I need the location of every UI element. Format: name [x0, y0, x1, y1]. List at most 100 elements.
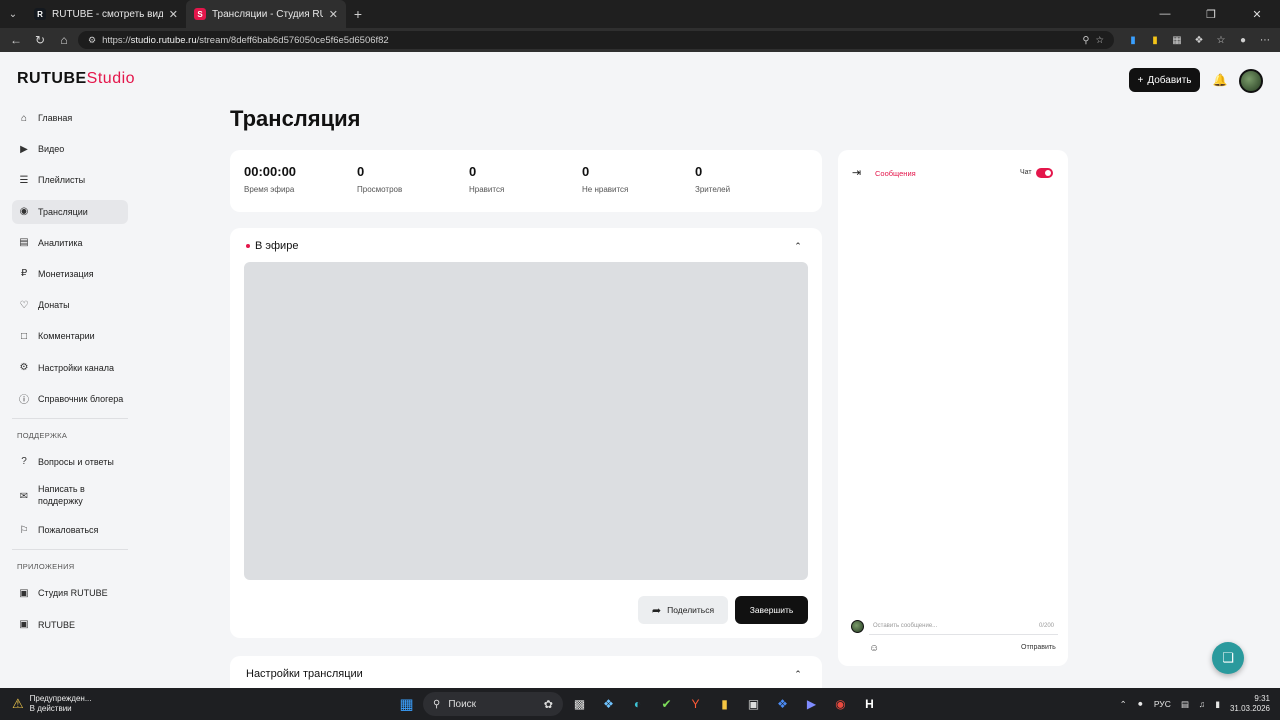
sidebar-item-rutube-app[interactable]: ▣ RUTUBE [12, 613, 128, 637]
clock-time: 9:31 [1254, 693, 1270, 703]
media-app-icon[interactable]: ▶ [799, 692, 824, 717]
sidebar-item-analytics[interactable]: ▤ Аналитика [12, 231, 128, 255]
copilot-icon[interactable]: ❖ [596, 692, 621, 717]
file-explorer-icon[interactable]: ▮ [712, 692, 737, 717]
sidebar-item-home[interactable]: ⌂ Главная [12, 106, 128, 130]
share-icon: ➦ [651, 604, 662, 617]
sidebar-item-contact-support[interactable]: ✉ Написать в поддержку [12, 481, 128, 511]
browser-menu-icon[interactable]: ⋯ [1256, 31, 1274, 49]
stream-settings-card[interactable]: Настройки трансляции ⌃ [230, 656, 822, 688]
chat-bubble-icon: ❏ [1222, 650, 1234, 665]
home-browser-icon[interactable]: ⌂ [54, 30, 74, 50]
tab-title: Трансляции - Студия RUTUBE [212, 8, 323, 20]
edge-icon[interactable]: ◐ [625, 692, 650, 717]
browser-tab-rutube[interactable]: R RUTUBE - смотреть видео онлайн ✕ [26, 0, 186, 28]
browser-tab-studio[interactable]: S Трансляции - Студия RUTUBE ✕ [186, 0, 346, 28]
end-stream-button[interactable]: Завершить [735, 596, 808, 624]
site-info-icon[interactable]: ⚙ [88, 35, 96, 46]
volume-icon[interactable]: ♫ [1199, 699, 1205, 709]
chrome-icon[interactable]: ◉ [828, 692, 853, 717]
hotkey-app-icon[interactable]: H [857, 692, 882, 717]
sidebar-item-label: RUTUBE [38, 619, 76, 630]
broadcast-icon: ◉ [19, 206, 29, 218]
share-button[interactable]: ➦ Поделиться [638, 596, 728, 624]
mail-icon: ✉ [19, 490, 29, 502]
taskbar-apps: ▦ ⚲ Поиск ✿ ▩ ❖ ◐ ✔ Y ▮ ▣ ❖ ▶ ◉ H [394, 688, 882, 720]
url-field[interactable]: ⚙ https://studio.rutube.ru/stream/8deff6… [78, 31, 1114, 49]
favorite-star-icon[interactable]: ☆ [1095, 35, 1104, 46]
sidebar-item-label: Главная [38, 113, 73, 123]
rutube-studio-logo[interactable]: RUTUBEStudio [17, 70, 135, 88]
sidebar-item-label: Вопросы и ответы [38, 456, 114, 467]
sidebar-item-label: Студия RUTUBE [38, 588, 108, 599]
minimize-icon[interactable]: — [1142, 0, 1188, 28]
chevron-up-icon[interactable]: ⌃ [792, 240, 804, 252]
stat-label: Не нравится [582, 185, 629, 194]
sidebar-item-faq[interactable]: ? Вопросы и ответы [12, 450, 128, 474]
gear-icon: ⚙ [19, 362, 29, 373]
sidebar-item-broadcasts[interactable]: ◉ Трансляции [12, 199, 128, 224]
tab-list-icon[interactable]: ⌄ [0, 0, 26, 28]
weather-warning-widget[interactable]: ⚠ Предупрежден... В действии [0, 694, 180, 713]
app-icon[interactable]: ✔ [654, 692, 679, 717]
store-icon[interactable]: ▣ [741, 692, 766, 717]
stream-settings-title: Настройки трансляции [246, 668, 363, 680]
new-tab-icon[interactable]: + [346, 0, 370, 28]
zoom-icon[interactable]: ⚲ [1083, 35, 1090, 46]
collapse-chat-icon[interactable]: ⇥ [852, 166, 861, 179]
home-icon: ⌂ [20, 112, 28, 124]
video-player[interactable] [244, 262, 808, 580]
extension-icon[interactable]: ▦ [1168, 31, 1186, 49]
help-chat-button[interactable]: ❏ [1212, 642, 1244, 674]
sidebar-item-channel-settings[interactable]: ⚙ Настройки канала [12, 356, 128, 380]
stat-dislikes: 0 Не нравится [582, 164, 628, 194]
profile-icon[interactable]: ● [1234, 31, 1252, 49]
sidebar-item-report[interactable]: ⚐ Пожаловаться [12, 518, 128, 542]
send-button[interactable]: Отправить [1021, 644, 1056, 651]
stat-label: Время эфира [244, 185, 295, 194]
sidebar-item-donations[interactable]: ♡ Донаты [12, 293, 128, 317]
taskbar-search-label: Поиск [448, 698, 477, 710]
tray-chevron-icon[interactable]: ⌃ [1120, 699, 1127, 710]
emoji-icon[interactable]: ☺ [869, 643, 879, 654]
stat-airtime: 00:00:00 Время эфира [244, 164, 296, 194]
bell-icon[interactable]: 🔔 [1212, 72, 1228, 88]
favorites-icon[interactable]: ☆ [1212, 31, 1230, 49]
flag-icon: ⚐ [19, 524, 29, 536]
sidebar-item-label: Комментарии [38, 331, 95, 342]
chat-toggle[interactable] [1036, 168, 1053, 178]
windows-start-icon[interactable]: ▦ [394, 692, 419, 717]
app-blue-icon[interactable]: ❖ [770, 692, 795, 717]
microphone-icon[interactable]: ⚫ [1137, 699, 1144, 710]
reload-icon[interactable]: ↻ [30, 30, 50, 50]
extension-flag-icon[interactable]: ▮ [1146, 31, 1164, 49]
battery-icon[interactable]: ▮ [1215, 699, 1220, 710]
add-button[interactable]: + Добавить [1129, 68, 1200, 92]
clock[interactable]: 9:31 31.03.2026 [1230, 694, 1270, 715]
money-icon: ₽ [20, 268, 28, 280]
chevron-up-icon[interactable]: ⌃ [792, 668, 804, 680]
sidebar-item-blogger-guide[interactable]: ⓘ Справочник блогера [12, 387, 128, 411]
sidebar-item-video[interactable]: ▶ Видео [12, 137, 128, 161]
sidebar-item-studio-app[interactable]: ▣ Студия RUTUBE [12, 581, 128, 605]
task-view-icon[interactable]: ▩ [567, 692, 592, 717]
maximize-icon[interactable]: ❐ [1188, 0, 1234, 28]
sidebar-item-comments[interactable]: □ Комментарии [12, 324, 128, 348]
close-tab-icon[interactable]: ✕ [329, 8, 338, 21]
close-tab-icon[interactable]: ✕ [169, 8, 178, 21]
sidebar-item-label: Монетизация [38, 268, 94, 279]
yandex-browser-icon[interactable]: Y [683, 692, 708, 717]
extension-icon[interactable]: ▮ [1124, 31, 1142, 49]
language-indicator[interactable]: РУС [1154, 699, 1171, 709]
extensions-icon[interactable]: ❖ [1190, 31, 1208, 49]
sidebar-item-monetization[interactable]: ₽ Монетизация [12, 262, 128, 286]
tab-messages[interactable]: Сообщения [875, 169, 916, 178]
avatar[interactable] [1239, 69, 1263, 93]
page-title: Трансляция [230, 106, 361, 131]
taskbar-search[interactable]: ⚲ Поиск ✿ [423, 692, 563, 716]
network-icon[interactable]: ▤ [1181, 699, 1189, 710]
back-icon[interactable]: ← [6, 30, 26, 50]
close-window-icon[interactable]: ✕ [1234, 0, 1280, 28]
sidebar-item-playlists[interactable]: ☰ Плейлисты [12, 168, 128, 192]
chat-message-input[interactable]: Оставить сообщение... 0/200 [869, 617, 1058, 635]
